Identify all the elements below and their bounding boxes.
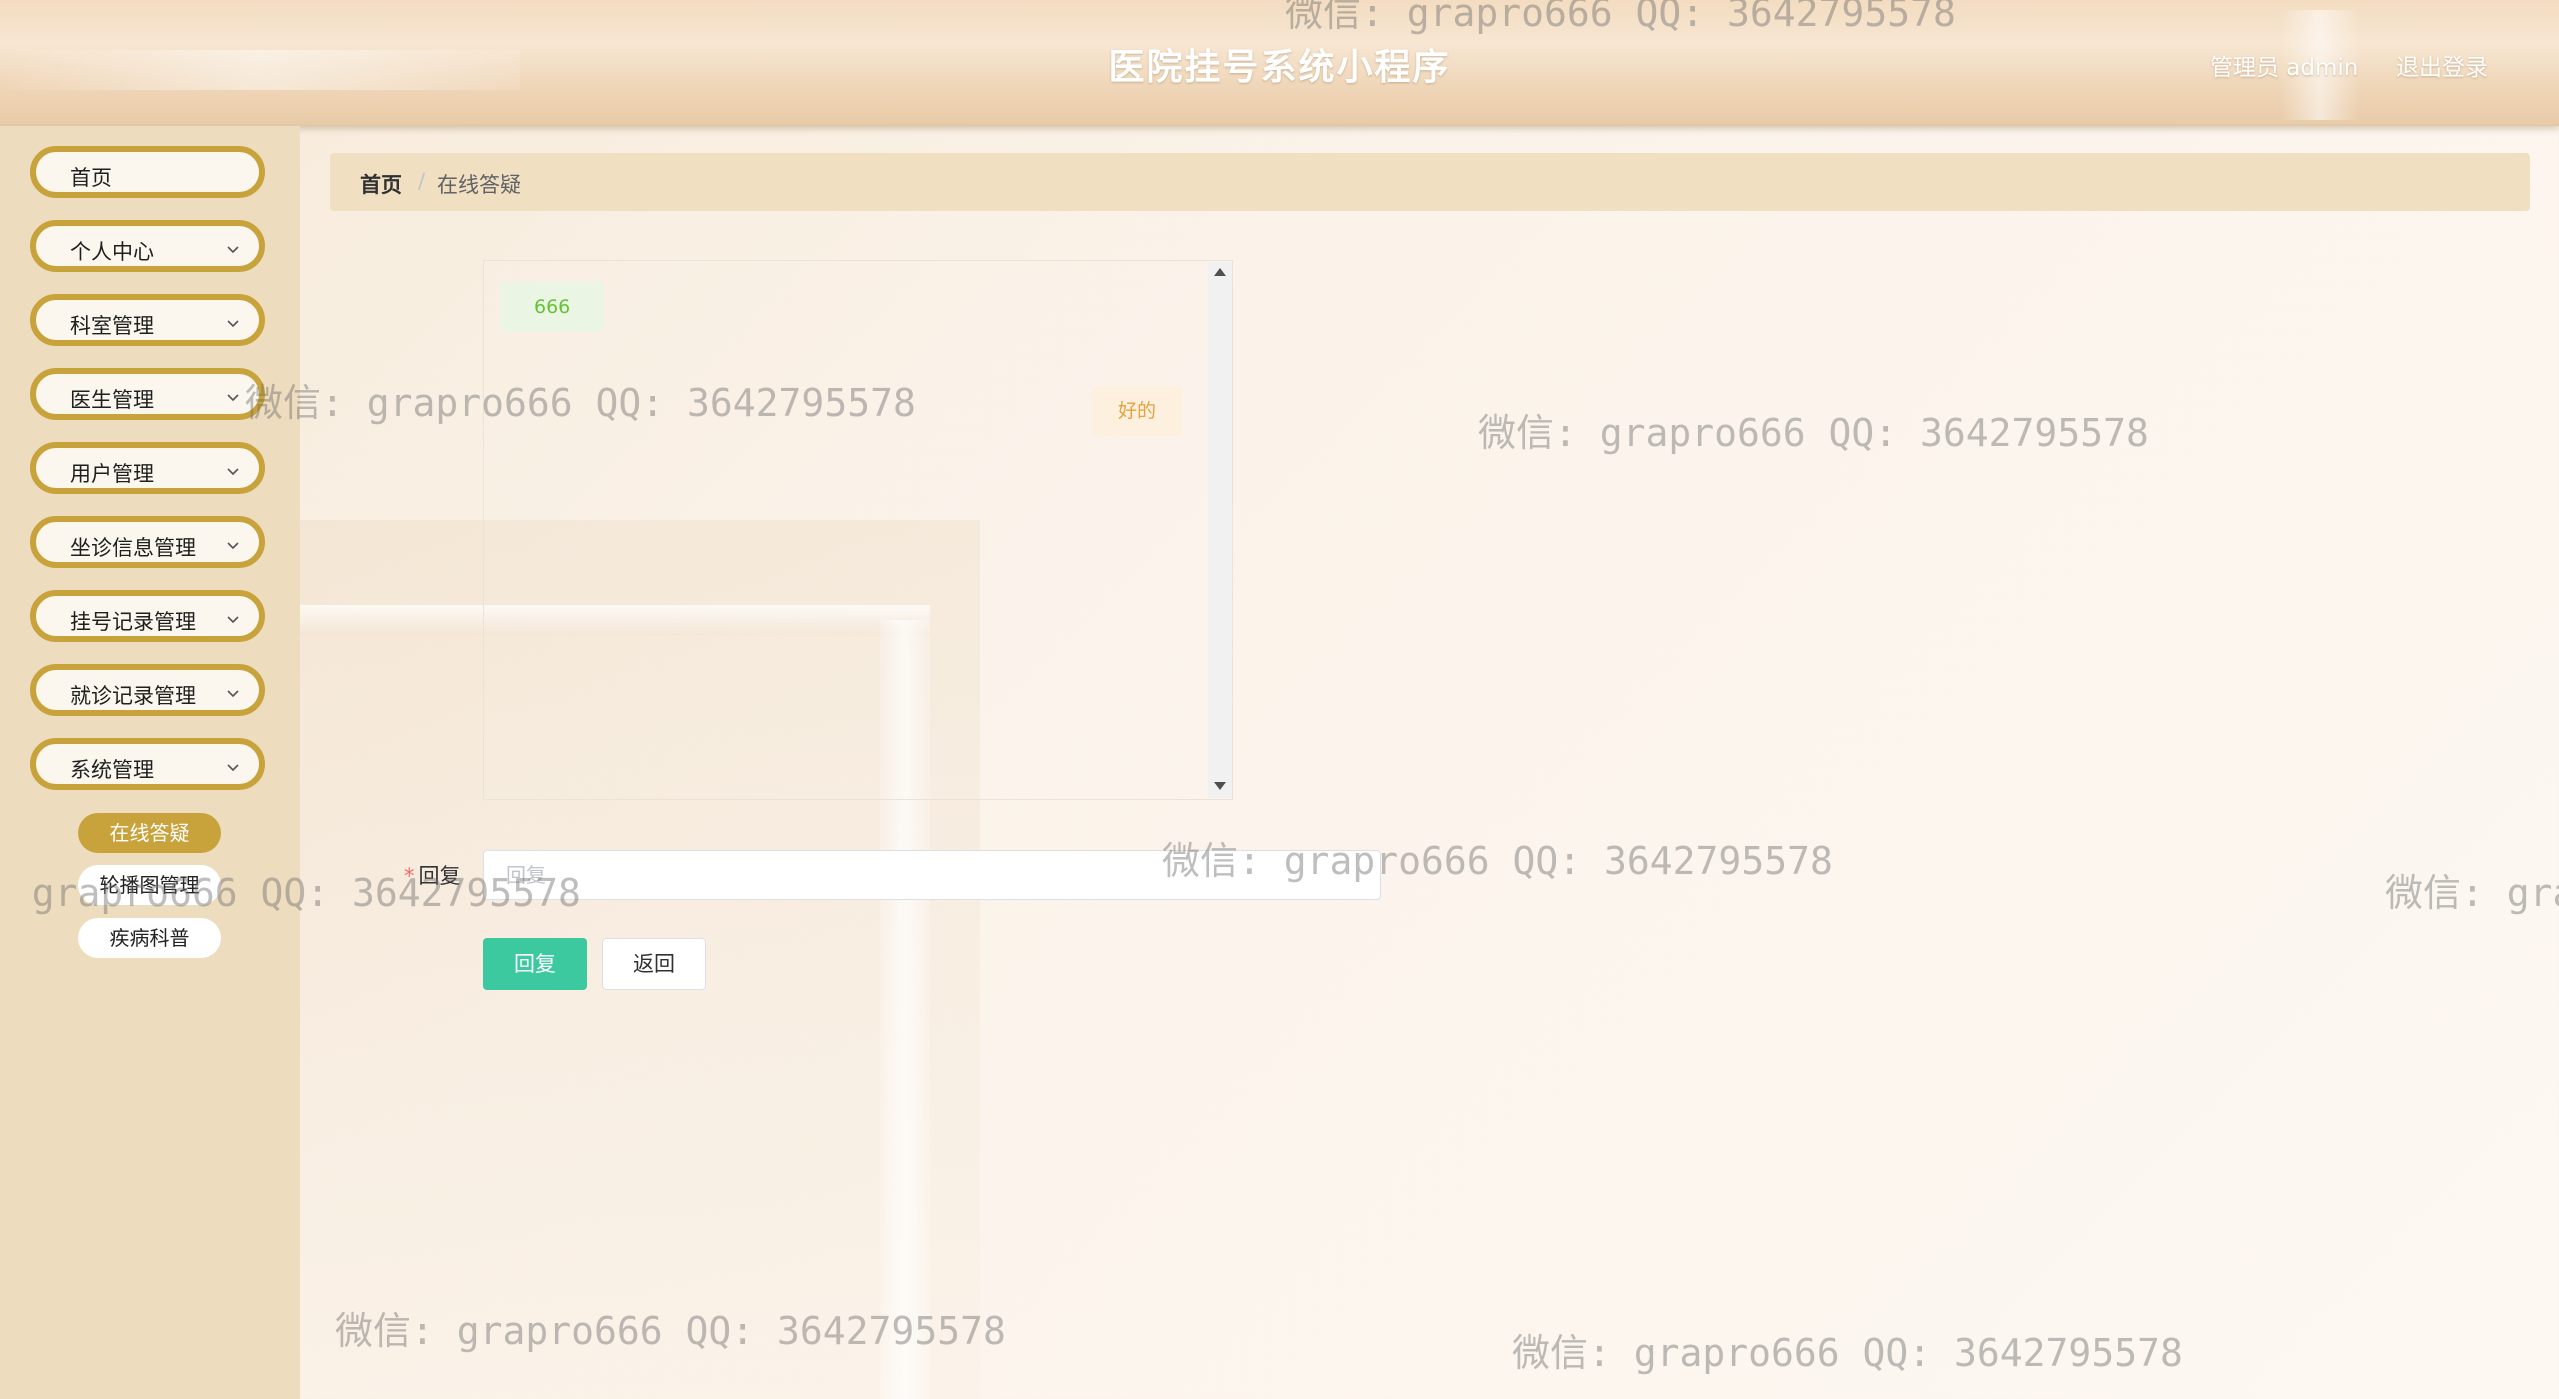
sidebar-item-label: 坐诊信息管理	[70, 536, 196, 560]
sidebar-item-label: 个人中心	[70, 240, 154, 264]
sidebar-item-clinic-schedule[interactable]: 坐诊信息管理	[30, 516, 265, 568]
scroll-up-arrow-icon[interactable]	[1214, 268, 1226, 276]
watermark: 微信: grapro666 QQ: 3642795578	[1285, 0, 1956, 35]
watermark: 微信: grapro666 QQ: 3642795578	[1512, 1331, 2183, 1375]
sidebar-item-department[interactable]: 科室管理	[30, 294, 265, 346]
sidebar-item-system[interactable]: 系统管理	[30, 738, 265, 790]
watermark: 微信: grapro666 QQ: 3642795578	[335, 1309, 1006, 1353]
sidebar-item-registration-records[interactable]: 挂号记录管理	[30, 590, 265, 642]
submenu-disease-science[interactable]: 疾病科普	[78, 918, 221, 958]
watermark: 微信: grapro666 QQ: 3642795578	[1162, 839, 1833, 883]
chat-message-admin: 好的	[1092, 386, 1183, 436]
sidebar-item-home[interactable]: 首页	[30, 146, 265, 198]
chat-history-panel[interactable]	[483, 260, 1233, 800]
top-header: 医院挂号系统小程序 管理员 admin 退出登录	[0, 0, 2559, 126]
admin-user-label: 管理员 admin	[2210, 55, 2359, 81]
chevron-down-icon	[227, 764, 239, 772]
sidebar-item-label: 系统管理	[70, 758, 154, 782]
chevron-down-icon	[227, 542, 239, 550]
submenu-online-qa[interactable]: 在线答疑	[78, 813, 221, 853]
chevron-down-icon	[227, 320, 239, 328]
sidebar-item-personal-center[interactable]: 个人中心	[30, 220, 265, 272]
chat-scrollbar[interactable]	[1208, 262, 1232, 798]
scroll-down-arrow-icon[interactable]	[1214, 782, 1226, 790]
chevron-down-icon	[227, 246, 239, 254]
watermark: 微信: grapro666 QQ: 3642795578	[1478, 411, 2149, 455]
sidebar-item-label: 挂号记录管理	[70, 610, 196, 634]
chevron-down-icon	[227, 616, 239, 624]
sidebar-item-label: 首页	[70, 166, 112, 190]
sidebar-item-doctor[interactable]: 医生管理	[30, 368, 265, 420]
sidebar-item-label: 医生管理	[70, 388, 154, 412]
chevron-down-icon	[227, 468, 239, 476]
reply-button[interactable]: 回复	[483, 938, 587, 990]
breadcrumb-separator: /	[418, 169, 426, 193]
sidebar-item-label: 用户管理	[70, 462, 154, 486]
back-button[interactable]: 返回	[602, 938, 706, 990]
breadcrumb: 首页 / 在线答疑	[330, 153, 2530, 211]
breadcrumb-current: 在线答疑	[437, 173, 521, 197]
watermark: 微信: grapro666 QQ: 3642795578	[0, 871, 581, 915]
chevron-down-icon	[227, 394, 239, 402]
watermark: 微信: grapro666 QQ: 3642795578	[245, 381, 916, 425]
logout-link[interactable]: 退出登录	[2396, 48, 2488, 82]
sidebar-item-visit-records[interactable]: 就诊记录管理	[30, 664, 265, 716]
sidebar-item-user[interactable]: 用户管理	[30, 442, 265, 494]
app-title: 医院挂号系统小程序	[1108, 47, 1451, 88]
chevron-down-icon	[227, 690, 239, 698]
sidebar: 首页 个人中心 科室管理 医生管理 用户管理 坐诊信息管理 挂号记录管理 就诊记…	[0, 126, 300, 1399]
sidebar-item-label: 科室管理	[70, 314, 154, 338]
sidebar-item-label: 就诊记录管理	[70, 684, 196, 708]
breadcrumb-home[interactable]: 首页	[360, 169, 402, 199]
chat-message-user: 666	[500, 282, 605, 332]
watermark: 微信: grapro666 QQ: 3642795578	[2385, 871, 2559, 915]
